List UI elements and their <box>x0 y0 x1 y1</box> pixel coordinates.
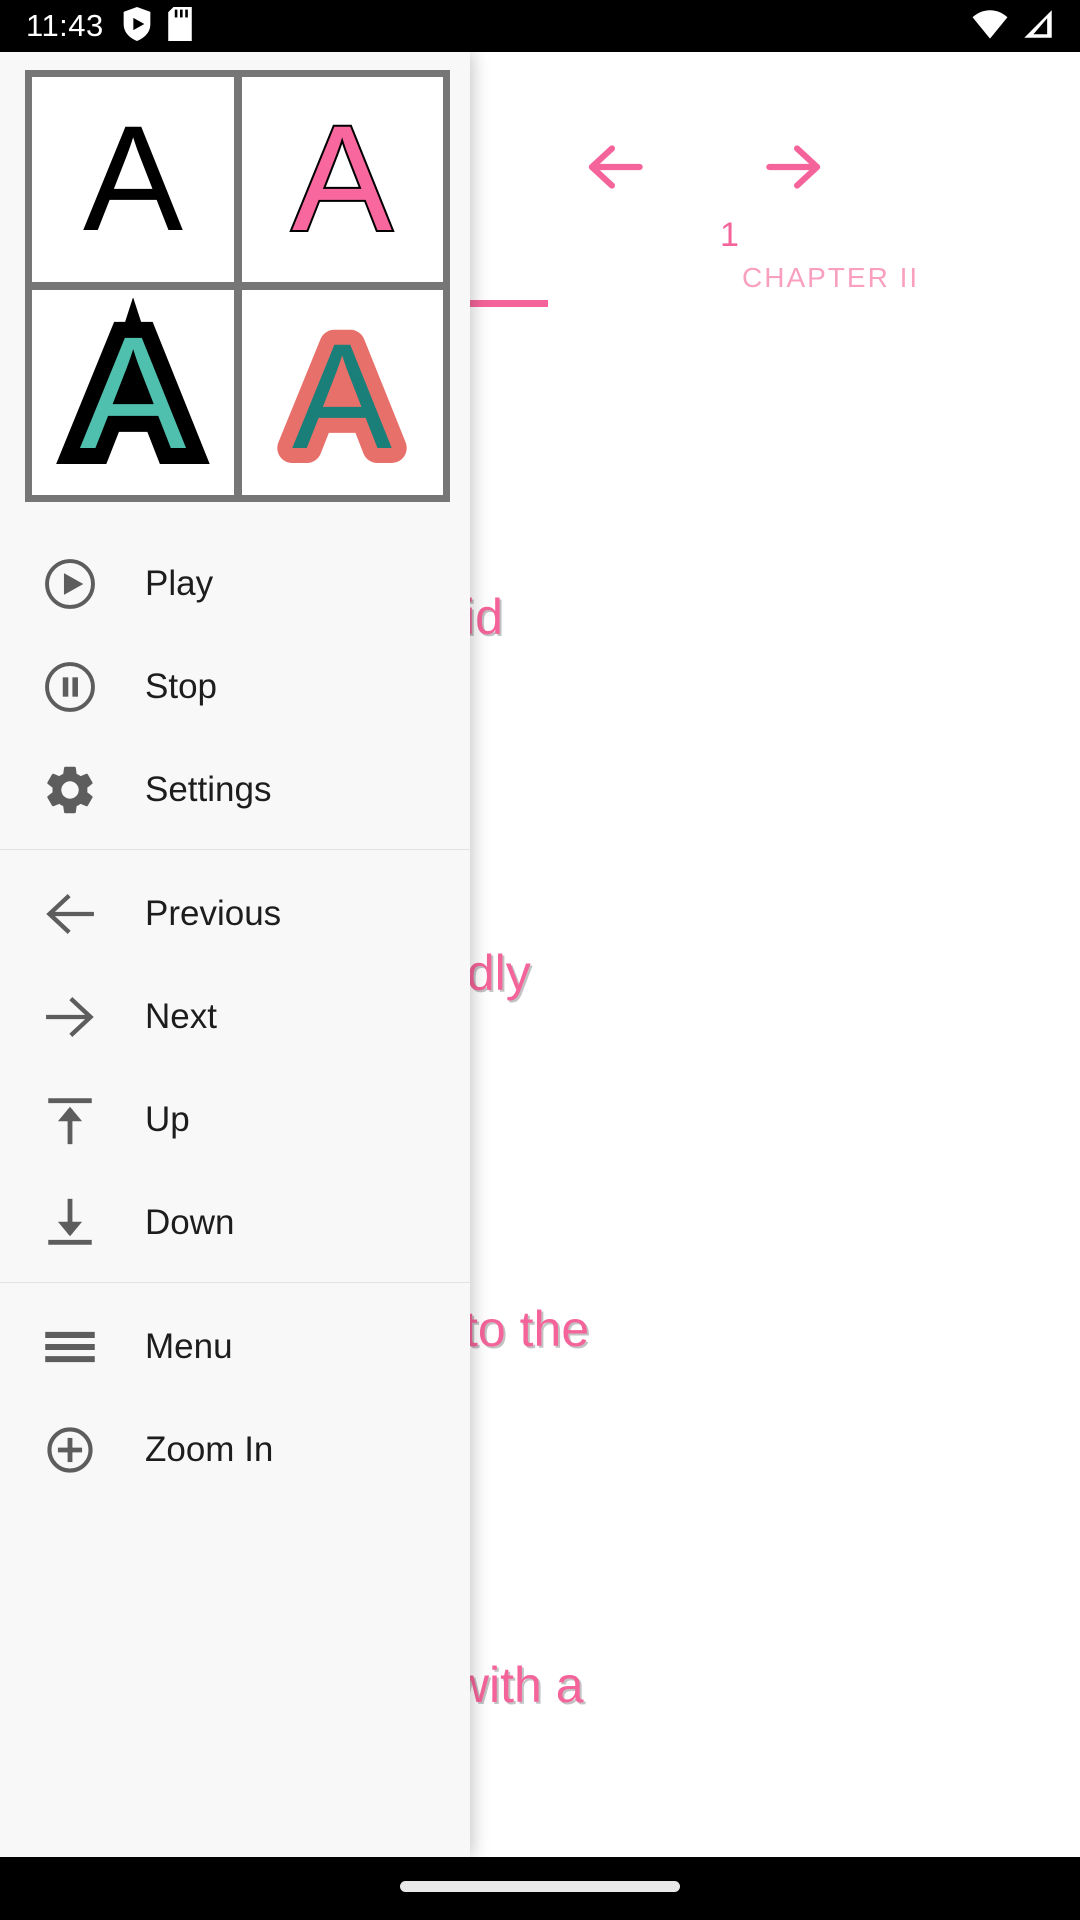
style-tile-plain-black[interactable]: A <box>32 77 234 282</box>
svg-text:A: A <box>79 303 186 482</box>
reader-chapter-next-label[interactable]: CHAPTER II <box>742 262 919 294</box>
menu-item-next[interactable]: Next <box>0 965 470 1068</box>
menu-item-down[interactable]: Down <box>0 1171 470 1274</box>
menu-item-label: Settings <box>145 769 272 809</box>
hamburger-menu-icon <box>40 1317 100 1377</box>
letter-a-glyph: A <box>290 92 394 264</box>
menu-item-label: Menu <box>145 1326 233 1366</box>
arrow-up-to-line-icon <box>40 1090 100 1150</box>
menu-item-previous[interactable]: Previous <box>0 862 470 965</box>
arrow-down-to-line-icon <box>40 1193 100 1253</box>
menu-item-label: Stop <box>145 666 217 706</box>
menu-item-play[interactable]: Play <box>0 532 470 635</box>
letter-a-glyph: A <box>63 298 202 488</box>
system-navigation-bar <box>0 1857 1080 1920</box>
letter-a-glyph: A <box>277 298 407 488</box>
arrow-left-icon <box>40 884 100 944</box>
svg-text:A: A <box>83 94 183 262</box>
status-bar: 11:43 <box>0 0 1080 52</box>
menu-item-label: Up <box>145 1099 190 1139</box>
gear-icon <box>40 760 100 820</box>
cell-signal-icon <box>1022 9 1054 44</box>
style-tile-teal-salmon-outline[interactable]: A <box>241 290 443 495</box>
menu-item-zoom-in[interactable]: Zoom In <box>0 1398 470 1501</box>
screen: ER I ER I 1 CHAPTER II I had laid d a go… <box>0 0 1080 1920</box>
drawer-menu-list: Play Stop Settings Previous Next Up Down… <box>0 532 470 1501</box>
letter-a-glyph: A <box>83 94 183 262</box>
menu-item-label: Previous <box>145 893 282 933</box>
navigation-drawer: A A A A Play Stop Settings Previous Next… <box>0 52 470 1857</box>
svg-text:A: A <box>292 312 392 480</box>
gesture-home-pill[interactable] <box>400 1881 680 1892</box>
menu-divider-2 <box>0 1282 470 1283</box>
menu-item-label: Down <box>145 1202 235 1242</box>
menu-item-label: Next <box>145 996 217 1036</box>
svg-text:A: A <box>292 94 392 262</box>
style-tile-pink-outline[interactable]: A <box>241 77 443 282</box>
shield-play-icon <box>122 6 152 46</box>
play-circle-icon <box>40 554 100 614</box>
wifi-icon <box>972 9 1008 44</box>
status-bar-notification-icons <box>122 6 192 46</box>
menu-item-menu[interactable]: Menu <box>0 1295 470 1398</box>
reader-page-number: 1 <box>720 216 739 254</box>
menu-item-label: Zoom In <box>145 1429 274 1469</box>
menu-item-settings[interactable]: Settings <box>0 738 470 841</box>
sd-card-icon <box>168 6 192 46</box>
style-tile-teal-black-outline[interactable]: A <box>32 290 234 495</box>
status-bar-clock: 11:43 <box>26 8 104 43</box>
menu-item-stop[interactable]: Stop <box>0 635 470 738</box>
plus-circle-icon <box>40 1420 100 1480</box>
pause-circle-icon <box>40 657 100 717</box>
menu-item-up[interactable]: Up <box>0 1068 470 1171</box>
reader-prev-arrow-button[interactable] <box>578 130 652 204</box>
text-style-preview-grid: A A A A <box>25 70 450 502</box>
menu-item-label: Play <box>145 563 214 603</box>
menu-divider-1 <box>0 849 470 850</box>
arrow-right-icon <box>40 987 100 1047</box>
status-bar-system-icons <box>972 9 1054 44</box>
reader-next-arrow-button[interactable] <box>757 130 831 204</box>
